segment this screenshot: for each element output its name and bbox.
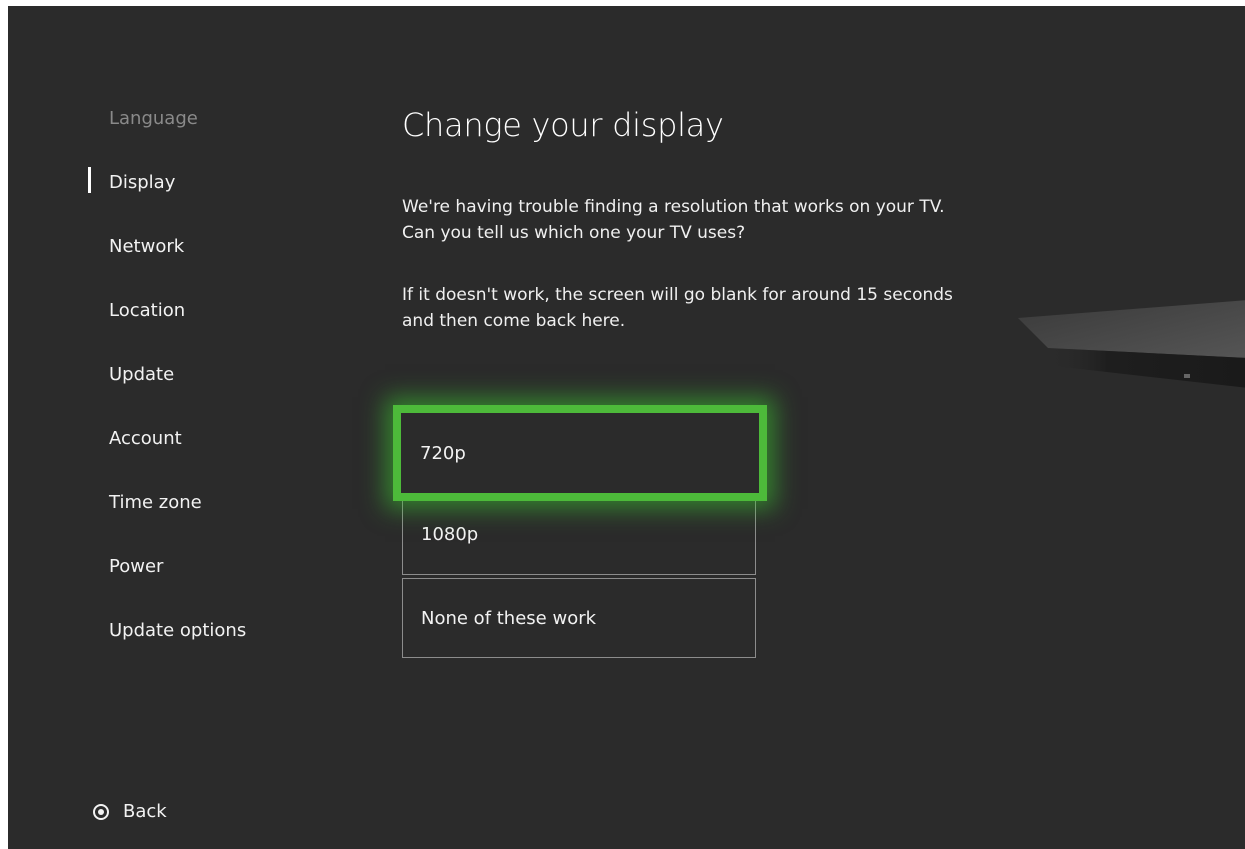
option-none-of-these-work[interactable]: None of these work [402,578,756,658]
nav-item-network[interactable]: Network [109,236,184,257]
console-graphic [1018,300,1245,388]
option-1080p[interactable]: 1080p [402,493,756,575]
nav-item-time-zone[interactable]: Time zone [109,492,202,513]
back-label: Back [123,801,167,822]
nav-item-update[interactable]: Update [109,364,174,385]
nav-item-update-options[interactable]: Update options [109,620,246,641]
trouble-message-line-1: We're having trouble finding a resolutio… [402,197,945,217]
blank-screen-warning: If it doesn't work, the screen will go b… [402,282,1042,334]
option-720p-label: 720p [420,442,466,464]
nav-item-language[interactable]: Language [109,108,198,129]
blank-screen-warning-line-2: and then come back here. [402,311,626,331]
option-1080p-label: 1080p [421,523,479,545]
trouble-message: We're having trouble finding a resolutio… [402,194,1042,246]
option-none-label: None of these work [421,607,597,629]
setup-screen: Language Display Network Location Update… [8,6,1245,849]
trouble-message-line-2: Can you tell us which one your TV uses? [402,223,746,243]
nav-item-account[interactable]: Account [109,428,182,449]
page-title: Change your display [402,106,724,144]
current-section-indicator [88,167,91,193]
nav-item-location[interactable]: Location [109,300,185,321]
option-720p[interactable]: 720p [393,405,767,501]
back-button[interactable]: Back [93,801,167,822]
nav-item-power[interactable]: Power [109,556,163,577]
blank-screen-warning-line-1: If it doesn't work, the screen will go b… [402,285,953,305]
back-button-icon [93,803,109,820]
nav-item-display[interactable]: Display [109,172,175,193]
